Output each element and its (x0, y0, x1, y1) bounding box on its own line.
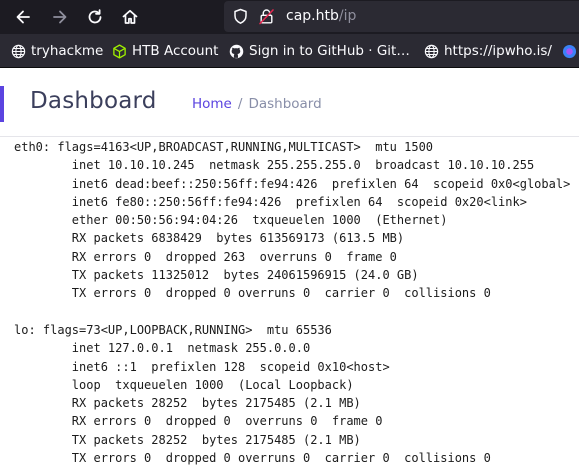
output-line: inet6 ::1 prefixlen 128 scopeid 0x10<hos… (14, 359, 390, 374)
back-button[interactable] (11, 5, 35, 29)
home-button[interactable] (118, 5, 142, 29)
breadcrumb-separator: / (237, 96, 243, 112)
output-line: lo: flags=73<UP,LOOPBACK,RUNNING> mtu 65… (14, 322, 332, 337)
globe-icon (424, 44, 439, 59)
bookmark-label: HTB Account (132, 43, 219, 59)
arrow-left-icon (16, 10, 30, 24)
output-line: RX errors 0 dropped 0 overruns 0 frame 0 (14, 414, 383, 429)
output-line: inet 127.0.0.1 netmask 255.0.0.0 (14, 341, 311, 356)
ifconfig-output: eth0: flags=4163<UP,BROADCAST,RUNNING,MU… (14, 138, 570, 467)
output-line: TX packets 28252 bytes 2175485 (2.1 MB) (14, 432, 361, 447)
breadcrumb-current: Dashboard (248, 96, 322, 112)
output-line: RX errors 0 dropped 263 overruns 0 frame… (14, 249, 397, 264)
output-line: TX errors 0 dropped 0 overruns 0 carrier… (14, 451, 491, 466)
browser-toolbar: cap.htb/ip (0, 0, 579, 34)
github-icon (229, 44, 244, 59)
bookmark-tryhackme[interactable]: tryhackme (11, 42, 103, 60)
address-bar[interactable]: cap.htb/ip (224, 1, 579, 32)
output-line: eth0: flags=4163<UP,BROADCAST,RUNNING,MU… (14, 140, 434, 154)
bookmark-label: https://ipwho.is/ (444, 43, 552, 59)
forward-button[interactable] (48, 5, 72, 29)
url-path: /ip (338, 8, 357, 24)
breadcrumb: Home / Dashboard (192, 96, 322, 112)
tracking-protection-shield-icon[interactable] (232, 8, 249, 29)
url-host: cap.htb (286, 8, 339, 24)
arrow-right-icon (53, 10, 67, 24)
output-line: ether 00:50:56:94:04:26 txqueuelen 1000 … (14, 213, 448, 228)
reload-icon (88, 9, 102, 24)
bookmark-github-signin[interactable]: Sign in to GitHub · Git… (229, 42, 410, 60)
home-icon (122, 9, 138, 24)
output-line: RX packets 6838429 bytes 613569173 (613.… (14, 231, 405, 246)
bookmark-ipwho[interactable]: https://ipwho.is/ (424, 42, 552, 60)
bookmark-htb-account[interactable]: HTB Account (112, 42, 218, 60)
page-title: Dashboard (30, 88, 157, 114)
bookmark-label: Sign in to GitHub · Git… (249, 43, 410, 59)
page-header: Dashboard Home / Dashboard (0, 68, 579, 137)
output-line: TX packets 11325012 bytes 24061596915 (2… (14, 268, 419, 283)
output-line: RX packets 28252 bytes 2175485 (2.1 MB) (14, 396, 361, 411)
bookmark-favicon-icon (562, 44, 577, 59)
bookmark-label: tryhackme (31, 43, 104, 59)
insecure-lock-icon[interactable] (258, 8, 275, 29)
globe-icon (11, 44, 26, 59)
output-line: inet6 dead:beef::250:56ff:fe94:426 prefi… (14, 176, 571, 191)
url-text[interactable]: cap.htb/ip (286, 8, 356, 24)
reload-button[interactable] (83, 5, 107, 29)
output-line: inet6 fe80::250:56ff:fe94:426 prefixlen … (14, 194, 527, 209)
output-line: TX errors 0 dropped 0 overruns 0 carrier… (14, 286, 491, 301)
htb-cube-icon (112, 43, 127, 59)
bookmarks-toolbar: tryhackme HTB Account Sign in to GitHub … (0, 34, 579, 68)
header-accent-bar (0, 86, 4, 122)
bookmark-partial[interactable] (562, 42, 579, 60)
breadcrumb-home-link[interactable]: Home (192, 96, 232, 112)
output-line: loop txqueuelen 1000 (Local Loopback) (14, 377, 354, 392)
output-line: inet 10.10.10.245 netmask 255.255.255.0 … (14, 158, 535, 173)
